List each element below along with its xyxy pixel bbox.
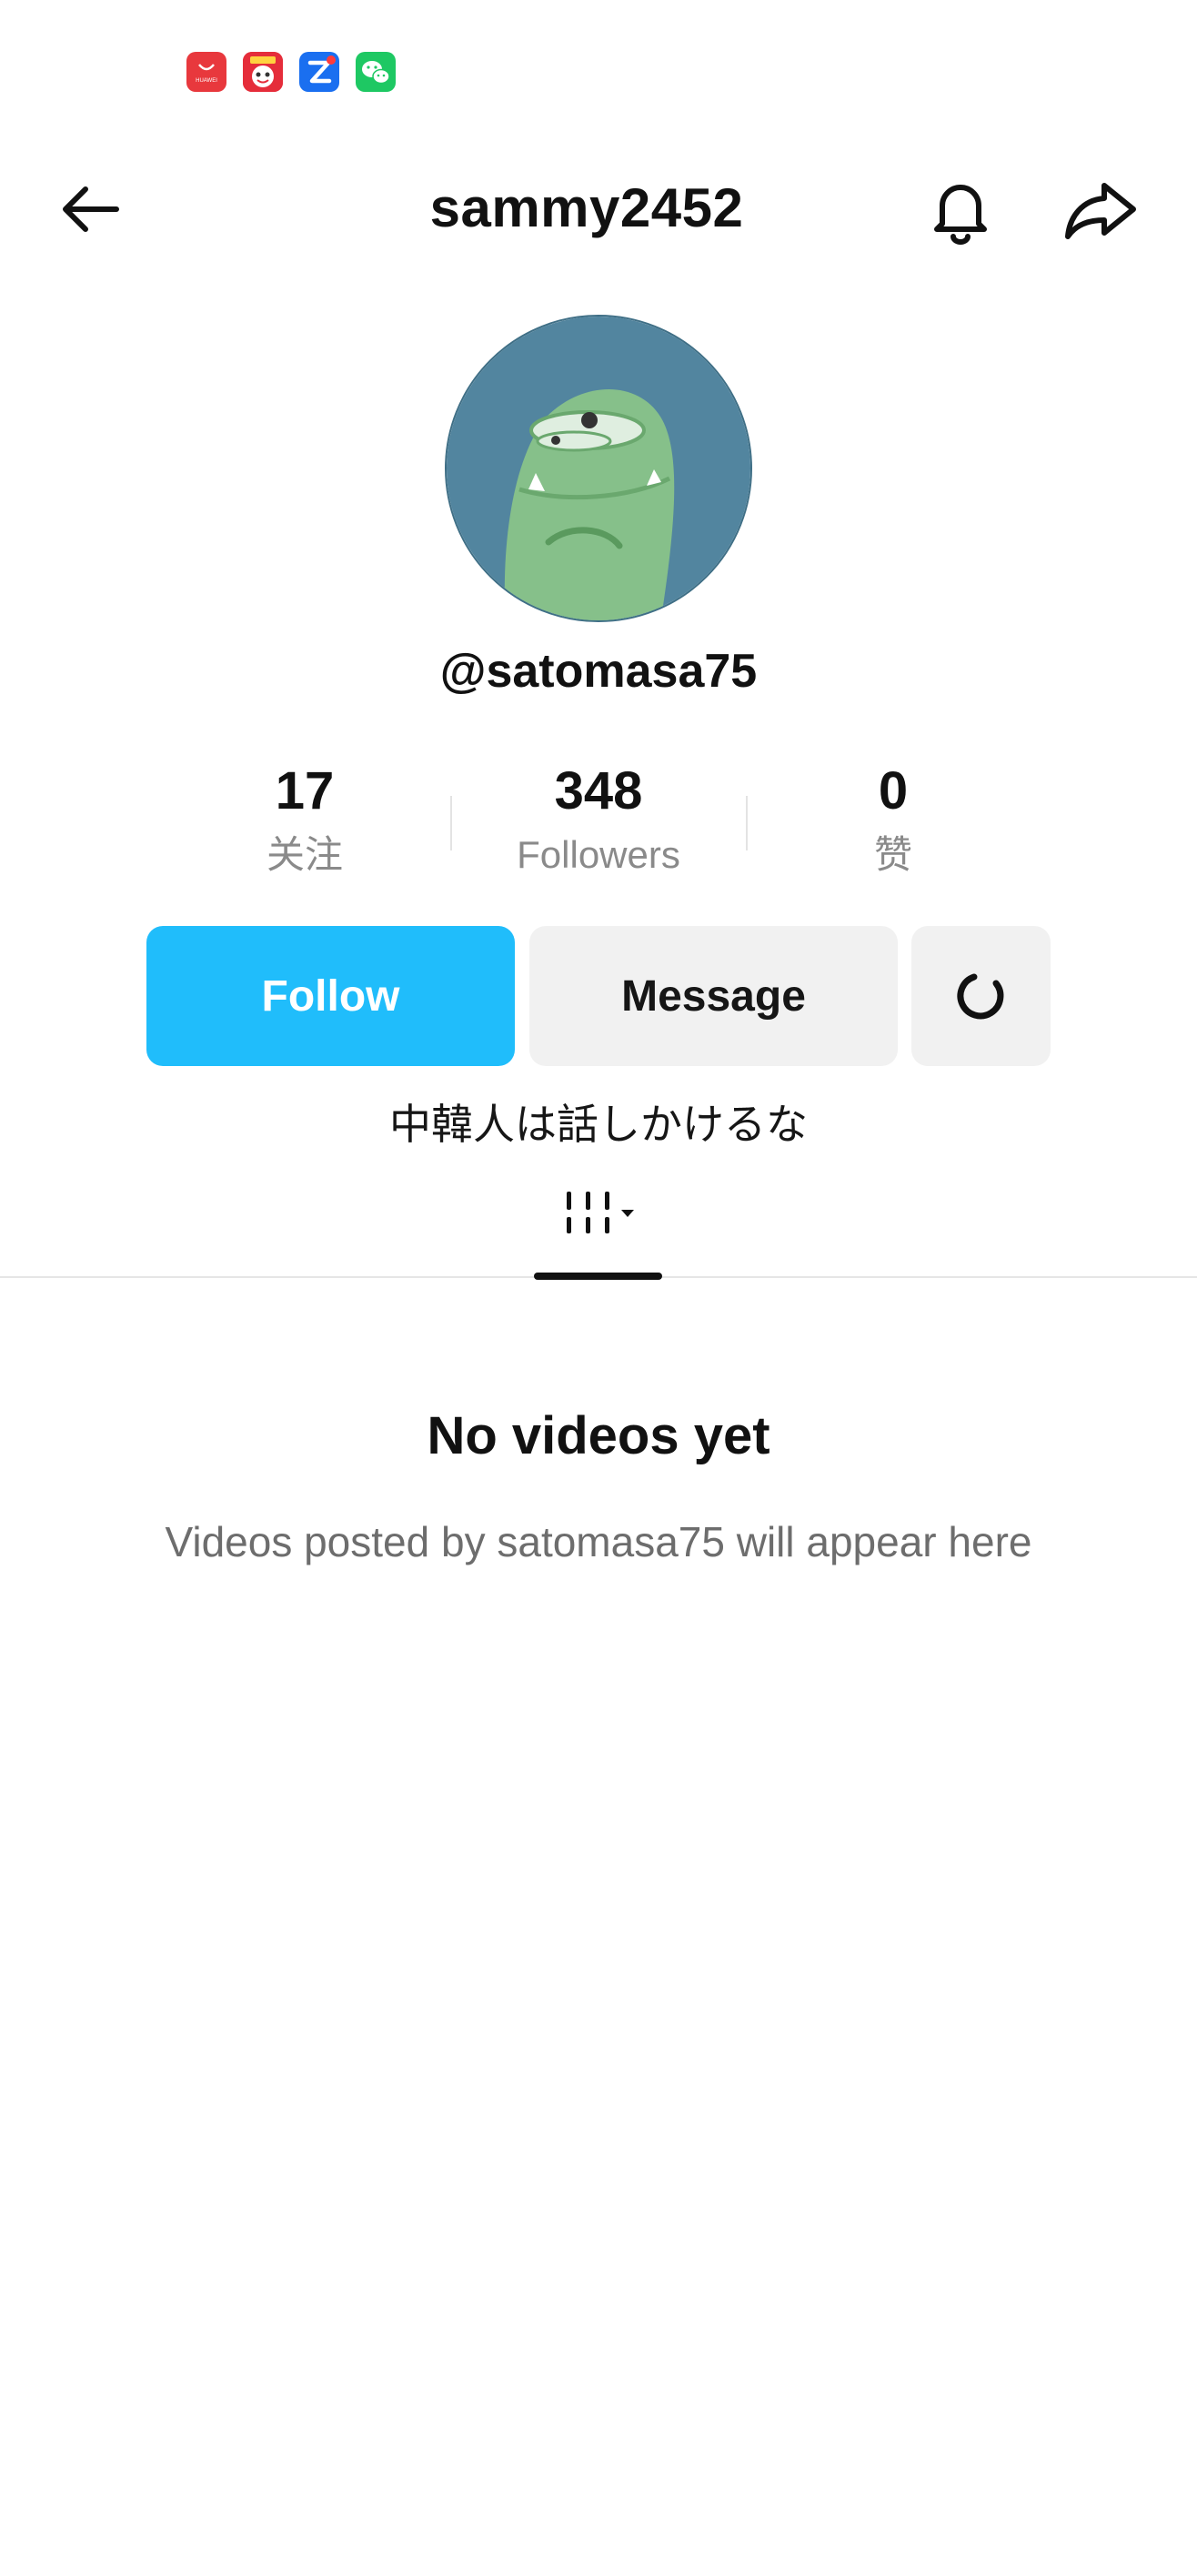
notification-button[interactable] (915, 164, 1006, 255)
bell-icon (934, 185, 987, 245)
empty-state-title: No videos yet (427, 1406, 770, 1465)
stat-likes[interactable]: 0 赞 (775, 760, 1011, 887)
stat-label: 关注 (266, 833, 343, 876)
stat-value: 0 (878, 761, 909, 820)
zhihu-icon (299, 52, 339, 92)
tab-videos[interactable] (534, 1164, 662, 1280)
stat-divider (746, 796, 748, 850)
stat-label: 赞 (873, 833, 912, 876)
share-icon (1065, 183, 1136, 239)
message-button[interactable]: Message (529, 926, 898, 1066)
stat-divider (450, 796, 452, 850)
profile-header: sammy2452 (0, 146, 1197, 273)
tab-active-indicator (534, 1273, 662, 1280)
follow-button[interactable]: Follow (146, 926, 515, 1066)
refresh-icon (956, 973, 1003, 1020)
empty-state-description: Videos posted by satomasa75 will appear … (165, 1518, 1032, 1565)
profile-handle: @satomasa75 (439, 645, 758, 698)
stat-value: 348 (554, 761, 643, 820)
stat-label: Followers (517, 833, 680, 876)
wechat-icon (356, 52, 396, 92)
monster-avatar-image (447, 317, 750, 620)
more-actions-button[interactable] (911, 926, 1051, 1066)
status-bar: HUAWEI (0, 0, 1197, 136)
content-tab-bar (0, 1164, 1197, 1280)
profile-bio: 中韓人は話しかけるな (389, 1101, 808, 1148)
video-grid-icon (567, 1192, 634, 1233)
chevron-down-icon (621, 1210, 634, 1217)
share-button[interactable] (1055, 164, 1146, 255)
avatar[interactable] (445, 315, 752, 622)
huawei-appgallery-icon: HUAWEI (186, 52, 226, 92)
stat-following[interactable]: 17 关注 (186, 760, 423, 887)
stat-value: 17 (275, 761, 335, 820)
shopping-app-icon (243, 52, 283, 92)
stat-followers[interactable]: 348 Followers (480, 760, 717, 887)
svg-text:HUAWEI: HUAWEI (196, 78, 217, 84)
